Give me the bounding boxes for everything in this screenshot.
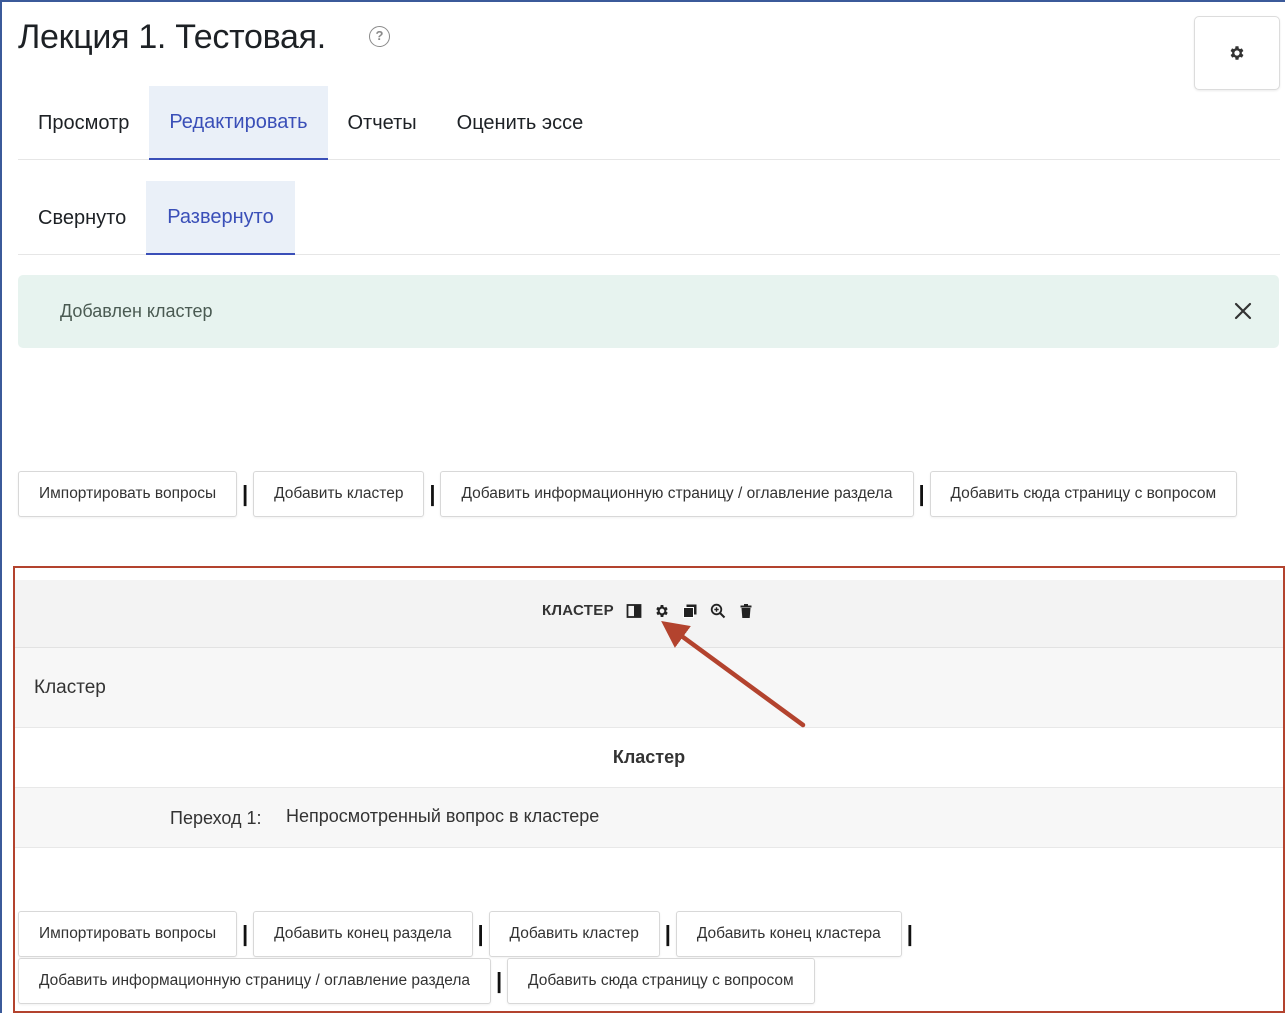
separator: | — [242, 481, 249, 506]
cluster-name: Кластер — [34, 676, 106, 698]
layout-icon[interactable] — [626, 603, 642, 619]
jump-value: Непросмотренный вопрос в кластере — [286, 806, 600, 826]
separator: | — [477, 921, 484, 946]
separator: | — [918, 481, 925, 506]
tab-edit[interactable]: Редактировать — [149, 86, 328, 160]
secondary-tabs: Свернуто Развернуто — [18, 181, 1280, 255]
cluster-name-row: Кластер — [15, 648, 1283, 728]
cluster-title: Кластер — [612, 747, 686, 767]
primary-tabs: Просмотр Редактировать Отчеты Оценить эс… — [18, 86, 1280, 160]
cluster-header-label: КЛАСТЕР — [542, 602, 614, 619]
tab-reports[interactable]: Отчеты — [328, 86, 437, 160]
tab-collapsed[interactable]: Свернуто — [18, 181, 146, 255]
add-cluster-end-button[interactable]: Добавить конец кластера — [675, 911, 902, 957]
settings-button[interactable] — [1194, 16, 1280, 90]
trash-icon[interactable] — [738, 603, 754, 619]
gear-icon[interactable] — [654, 603, 670, 619]
separator: | — [242, 921, 249, 946]
add-info-page-button[interactable]: Добавить информационную страницу / оглав… — [18, 958, 492, 1004]
separator: | — [906, 921, 913, 946]
add-question-page-button[interactable]: Добавить сюда страницу с вопросом — [929, 471, 1238, 517]
add-info-page-button[interactable]: Добавить информационную страницу / оглав… — [440, 471, 914, 517]
tab-grade-essays[interactable]: Оценить эссе — [437, 86, 604, 160]
import-questions-button[interactable]: Импортировать вопросы — [18, 911, 238, 957]
add-cluster-button[interactable]: Добавить кластер — [253, 471, 425, 517]
page-title: Лекция 1. Тестовая. — [18, 18, 326, 56]
jump-row: Переход 1: Непросмотренный вопрос в клас… — [15, 788, 1283, 848]
top-actions: Импортировать вопросы | Добавить кластер… — [18, 471, 1238, 517]
jump-label: Переход 1: — [170, 808, 262, 828]
add-section-end-button[interactable]: Добавить конец раздела — [253, 911, 473, 957]
separator: | — [429, 481, 436, 506]
gear-icon — [1230, 46, 1244, 60]
tab-expanded[interactable]: Развернуто — [146, 181, 295, 255]
import-questions-button[interactable]: Импортировать вопросы — [18, 471, 238, 517]
add-question-page-button[interactable]: Добавить сюда страницу с вопросом — [507, 958, 815, 1004]
add-cluster-button[interactable]: Добавить кластер — [488, 911, 660, 957]
copy-icon[interactable] — [682, 603, 698, 619]
close-icon[interactable] — [1229, 297, 1257, 325]
bottom-actions-row-2: Добавить информационную страницу / оглав… — [18, 958, 815, 1004]
success-alert: Добавлен кластер — [18, 275, 1279, 348]
cluster-header: КЛАСТЕР — [15, 580, 1283, 648]
tab-view[interactable]: Просмотр — [18, 86, 149, 160]
help-icon[interactable]: ? — [369, 26, 390, 47]
separator: | — [664, 921, 671, 946]
cluster-block: КЛАСТЕР Кластер Кластер Переход 1: Непро… — [13, 566, 1285, 1013]
separator: | — [495, 968, 503, 993]
zoom-in-icon[interactable] — [710, 603, 726, 619]
alert-message: Добавлен кластер — [60, 301, 213, 321]
bottom-actions-row-1: Импортировать вопросы | Добавить конец р… — [18, 911, 918, 957]
cluster-title-row: Кластер — [15, 728, 1283, 788]
